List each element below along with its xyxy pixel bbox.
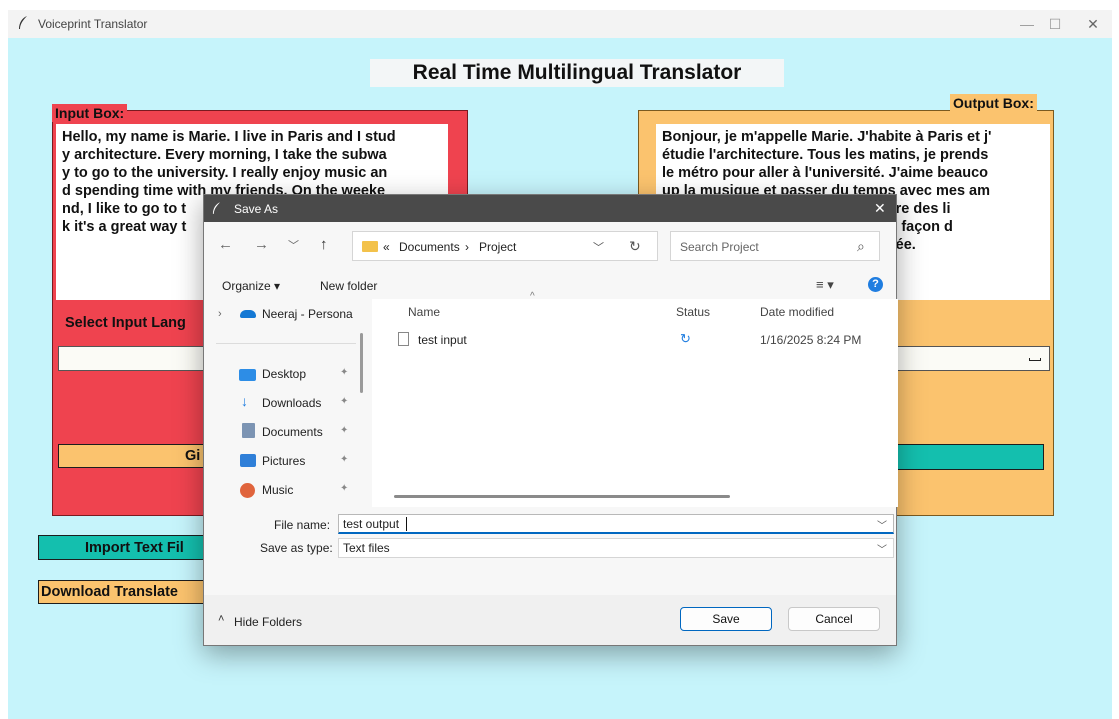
download-translation-button[interactable]: Download Translate — [38, 580, 206, 604]
pictures-icon — [240, 454, 256, 467]
pin-icon: ✦ — [340, 396, 349, 407]
import-button-label: Import Text Fil — [85, 540, 184, 556]
dialog-title: Save As — [234, 202, 279, 216]
translate-button[interactable]: Gi — [58, 444, 208, 468]
cancel-button[interactable]: Cancel — [788, 607, 880, 631]
downloads-icon: ↓ — [241, 393, 248, 409]
sort-ascending-icon: ^ — [530, 291, 535, 302]
nav-item-pictures[interactable]: Pictures — [262, 454, 305, 468]
file-date-modified: 1/16/2025 8:24 PM — [760, 333, 862, 347]
dialog-footer: ˄ Hide Folders Save Cancel — [204, 595, 896, 645]
file-list: ^ Name Status Date modified test input ↻… — [372, 291, 898, 507]
dialog-titlebar: Save As ✕ — [204, 195, 896, 222]
search-icon: ⌕ — [857, 238, 865, 254]
download-button-label: Download Translate — [41, 584, 178, 600]
address-bar[interactable]: « Documents › Project ﹀ ↻ — [352, 231, 658, 261]
column-header-date-modified[interactable]: Date modified — [760, 305, 834, 319]
pin-icon: ✦ — [340, 425, 349, 436]
music-icon — [240, 483, 255, 498]
file-name-label: File name: — [274, 518, 331, 532]
output-box-label: Output Box: — [950, 94, 1037, 112]
save-button[interactable]: Save — [680, 607, 772, 631]
file-name-input[interactable]: test output ﹀ — [338, 514, 894, 534]
forward-arrow-icon[interactable]: → — [254, 236, 269, 253]
text-file-icon — [398, 332, 409, 346]
pin-icon: ✦ — [340, 483, 349, 494]
dropdown-indicator-icon — [1029, 358, 1041, 361]
chevron-up-icon[interactable]: ˄ — [218, 613, 224, 625]
dialog-close-button[interactable]: ✕ — [874, 200, 886, 217]
back-arrow-icon[interactable]: ← — [218, 236, 233, 253]
breadcrumb-overflow[interactable]: « — [383, 240, 390, 254]
save-as-type-value: Text files — [343, 541, 390, 555]
nav-item-downloads[interactable]: Downloads — [262, 396, 321, 410]
search-placeholder: Search Project — [680, 240, 759, 254]
minimize-button[interactable]: — — [1014, 14, 1040, 34]
file-name-dropdown-icon[interactable]: ﹀ — [877, 517, 887, 532]
window-titlebar: Voiceprint Translator — ☐ ✕ — [8, 10, 1112, 38]
nav-item-desktop[interactable]: Desktop — [262, 367, 306, 381]
column-header-name[interactable]: Name — [408, 305, 440, 319]
save-as-type-label: Save as type: — [260, 541, 333, 555]
new-folder-button[interactable]: New folder — [320, 279, 377, 293]
save-as-dialog: Save As ✕ ← → ﹀ ↑ « Documents › Project … — [203, 194, 898, 646]
breadcrumb-project[interactable]: Project — [479, 240, 516, 254]
select-input-language-label: Select Input Lang — [65, 315, 186, 331]
breadcrumb-documents[interactable]: Documents — [399, 240, 460, 254]
feather-app-icon — [19, 16, 27, 29]
nav-item-onedrive[interactable]: Neeraj - Persona — [262, 307, 358, 321]
output-language-select[interactable] — [896, 346, 1050, 371]
save-type-dropdown-icon[interactable]: ﹀ — [877, 541, 887, 556]
input-box-label: Input Box: — [52, 104, 128, 122]
pin-icon: ✦ — [340, 454, 349, 465]
hide-folders-button[interactable]: Hide Folders — [234, 615, 302, 629]
file-name-value: test output — [343, 517, 400, 531]
expand-chevron-icon[interactable]: › — [218, 308, 222, 320]
onedrive-cloud-icon — [240, 310, 256, 318]
output-action-button[interactable] — [896, 444, 1044, 470]
input-language-select[interactable] — [58, 346, 208, 371]
address-dropdown-icon[interactable]: ﹀ — [593, 239, 604, 255]
search-project-input[interactable]: Search Project ⌕ — [670, 231, 880, 261]
import-text-file-button[interactable]: Import Text Fil — [38, 535, 206, 560]
breadcrumb-separator: › — [465, 240, 469, 254]
help-icon[interactable]: ? — [868, 277, 883, 292]
file-row[interactable]: test input ↻ 1/16/2025 8:24 PM — [384, 327, 892, 351]
folder-icon — [362, 241, 378, 252]
organize-menu[interactable]: Organize ▾ — [222, 279, 280, 293]
page-title: Real Time Multilingual Translator — [370, 59, 784, 87]
sync-icon: ↻ — [680, 331, 691, 346]
file-name: test input — [418, 333, 467, 347]
nav-divider — [216, 343, 356, 344]
refresh-icon[interactable]: ↻ — [629, 238, 641, 255]
file-list-scrollbar[interactable] — [394, 495, 730, 498]
nav-item-music[interactable]: Music — [262, 483, 293, 497]
nav-item-documents[interactable]: Documents — [262, 425, 323, 439]
view-options-icon[interactable]: ≡ ▾ — [816, 277, 834, 293]
translate-button-label: Gi — [185, 448, 201, 464]
nav-scrollbar[interactable] — [360, 333, 363, 393]
column-header-status[interactable]: Status — [676, 305, 710, 319]
maximize-button[interactable]: ☐ — [1042, 14, 1068, 34]
pin-icon: ✦ — [340, 367, 349, 378]
window-title: Voiceprint Translator — [38, 17, 148, 31]
text-caret — [406, 517, 407, 531]
up-arrow-icon[interactable]: ↑ — [320, 236, 328, 253]
close-button[interactable]: ✕ — [1080, 14, 1106, 34]
navigation-pane: › Neeraj - Persona Desktop ✦ ↓ Downloads… — [204, 299, 370, 507]
recent-locations-chevron-icon[interactable]: ﹀ — [288, 237, 299, 253]
save-as-type-select[interactable]: Text files ﹀ — [338, 538, 894, 558]
documents-icon — [242, 423, 255, 438]
desktop-icon — [239, 369, 256, 381]
feather-app-icon — [212, 202, 221, 214]
